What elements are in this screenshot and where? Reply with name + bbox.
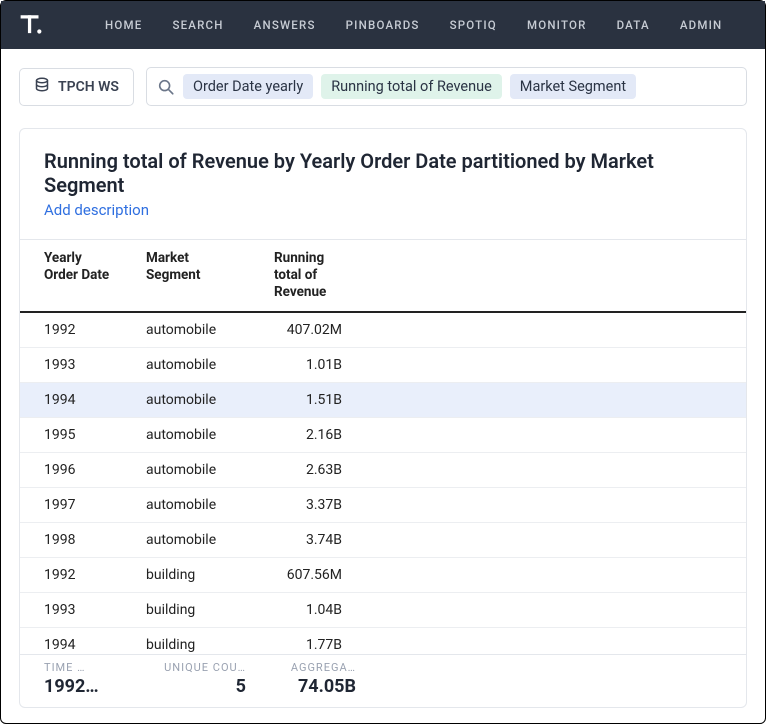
table-row[interactable]: 1998automobile3.74B xyxy=(20,522,746,557)
search-token[interactable]: Market Segment xyxy=(510,74,636,99)
nav-data[interactable]: DATA xyxy=(617,18,650,32)
cell-segment: automobile xyxy=(128,312,256,348)
nav-items: HOME SEARCH ANSWERS PINBOARDS SPOTIQ MON… xyxy=(105,18,747,32)
cell-year: 1993 xyxy=(20,347,128,382)
cell-year: 1997 xyxy=(20,487,128,522)
brand-logo[interactable] xyxy=(19,12,45,38)
table-footer: TIME … 1992… UNIQUE COU… 5 AGGREGA… 74.0… xyxy=(20,654,746,707)
table-row[interactable]: 1993automobile1.01B xyxy=(20,347,746,382)
cell-year: 1998 xyxy=(20,522,128,557)
add-description-link[interactable]: Add description xyxy=(44,201,722,219)
cell-revenue: 1.51B xyxy=(256,382,366,417)
search-bar[interactable]: Order Date yearly Running total of Reven… xyxy=(146,67,747,106)
table-row[interactable]: 1992automobile407.02M xyxy=(20,312,746,348)
top-nav: HOME SEARCH ANSWERS PINBOARDS SPOTIQ MON… xyxy=(1,1,765,49)
cell-revenue: 2.16B xyxy=(256,417,366,452)
table-row[interactable]: 1992building607.56M xyxy=(20,557,746,592)
search-icon xyxy=(157,78,175,96)
table-row[interactable]: 1995automobile2.16B xyxy=(20,417,746,452)
answer-card: Running total of Revenue by Yearly Order… xyxy=(19,128,747,708)
footer-cell: TIME … 1992… xyxy=(20,661,128,697)
table-row[interactable]: 1997automobile3.37B xyxy=(20,487,746,522)
footer-label: UNIQUE COU… xyxy=(146,661,246,674)
footer-value: 5 xyxy=(146,676,246,697)
cell-revenue: 2.63B xyxy=(256,452,366,487)
footer-cell: AGGREGA… 74.05B xyxy=(256,661,366,697)
nav-pinboards[interactable]: PINBOARDS xyxy=(346,18,420,32)
cell-year: 1994 xyxy=(20,627,128,654)
worksheet-selector[interactable]: TPCH WS xyxy=(19,68,134,106)
cell-year: 1995 xyxy=(20,417,128,452)
cell-segment: building xyxy=(128,592,256,627)
nav-search[interactable]: SEARCH xyxy=(172,18,223,32)
footer-value: 74.05B xyxy=(274,676,356,697)
cell-revenue: 3.74B xyxy=(256,522,366,557)
cell-segment: automobile xyxy=(128,417,256,452)
col-header-segment[interactable]: Market Segment xyxy=(128,240,256,312)
col-header-revenue[interactable]: Running total of Revenue xyxy=(256,240,366,312)
cell-segment: building xyxy=(128,627,256,654)
cell-revenue: 1.04B xyxy=(256,592,366,627)
table-row[interactable]: 1994building1.77B xyxy=(20,627,746,654)
nav-spotiq[interactable]: SPOTIQ xyxy=(450,18,497,32)
cell-year: 1992 xyxy=(20,312,128,348)
database-icon xyxy=(34,77,50,97)
cell-revenue: 1.01B xyxy=(256,347,366,382)
card-title: Running total of Revenue by Yearly Order… xyxy=(44,149,722,197)
cell-segment: automobile xyxy=(128,522,256,557)
footer-cell: UNIQUE COU… 5 xyxy=(128,661,256,697)
cell-segment: automobile xyxy=(128,487,256,522)
table-header-row: Yearly Order Date Market Segment Running… xyxy=(20,240,746,312)
cell-revenue: 407.02M xyxy=(256,312,366,348)
context-bar: TPCH WS Order Date yearly Running total … xyxy=(1,49,765,106)
search-token[interactable]: Order Date yearly xyxy=(183,74,313,99)
table-row[interactable]: 1994automobile1.51B xyxy=(20,382,746,417)
cell-segment: automobile xyxy=(128,347,256,382)
table-row[interactable]: 1993building1.04B xyxy=(20,592,746,627)
footer-label: AGGREGA… xyxy=(274,661,356,674)
cell-year: 1992 xyxy=(20,557,128,592)
cell-segment: building xyxy=(128,557,256,592)
table-row[interactable]: 1996automobile2.63B xyxy=(20,452,746,487)
cell-year: 1994 xyxy=(20,382,128,417)
col-header-year[interactable]: Yearly Order Date xyxy=(20,240,128,312)
nav-home[interactable]: HOME xyxy=(105,18,142,32)
cell-revenue: 1.77B xyxy=(256,627,366,654)
cell-revenue: 3.37B xyxy=(256,487,366,522)
data-table: Yearly Order Date Market Segment Running… xyxy=(20,239,746,654)
cell-year: 1996 xyxy=(20,452,128,487)
nav-admin[interactable]: ADMIN xyxy=(680,18,723,32)
nav-monitor[interactable]: MONITOR xyxy=(527,18,587,32)
footer-label: TIME … xyxy=(44,661,118,674)
cell-revenue: 607.56M xyxy=(256,557,366,592)
cell-year: 1993 xyxy=(20,592,128,627)
footer-value: 1992… xyxy=(44,676,118,697)
worksheet-label: TPCH WS xyxy=(58,79,119,95)
cell-segment: automobile xyxy=(128,452,256,487)
nav-answers[interactable]: ANSWERS xyxy=(254,18,316,32)
search-token[interactable]: Running total of Revenue xyxy=(321,74,502,99)
cell-segment: automobile xyxy=(128,382,256,417)
